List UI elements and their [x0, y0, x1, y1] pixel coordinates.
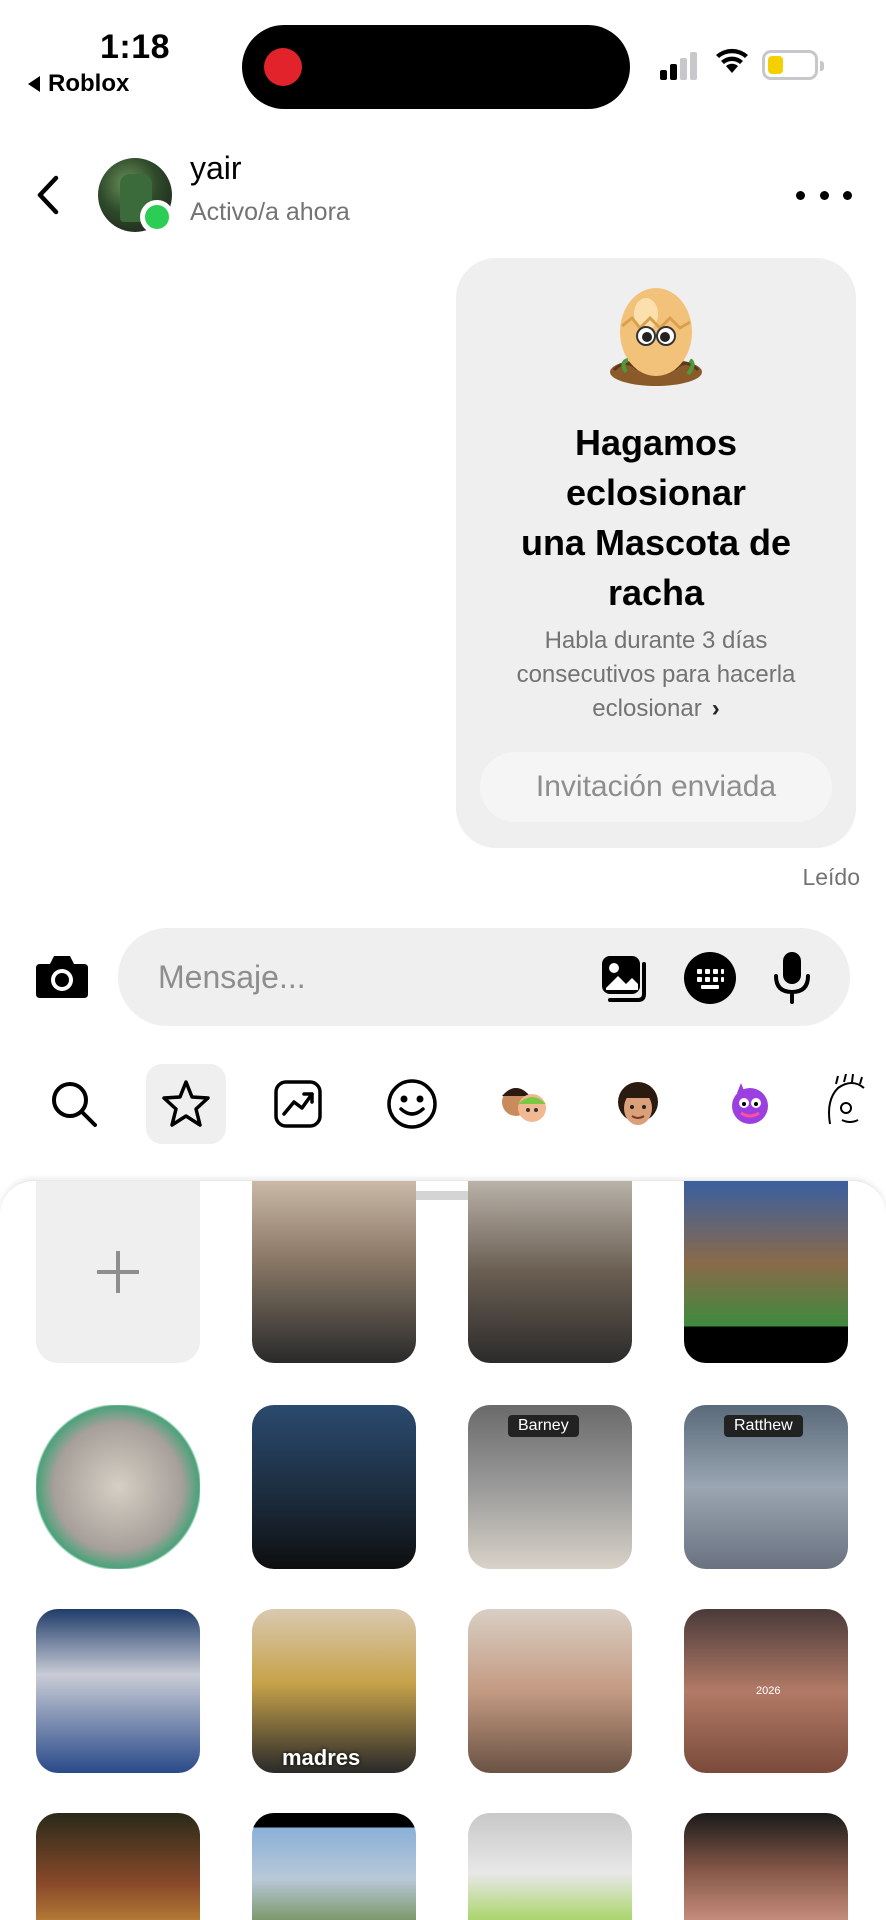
sticker-tile[interactable]: [252, 1181, 416, 1363]
sticker-caption: 2026: [756, 1685, 781, 1697]
back-app-label: Roblox: [48, 70, 130, 97]
sticker-tile[interactable]: Ratthew: [684, 1405, 848, 1569]
camera-icon[interactable]: [34, 950, 90, 1002]
tab-avatar-pair[interactable]: [484, 1064, 564, 1144]
tab-trending[interactable]: [258, 1064, 338, 1144]
sketch-face-icon: [828, 1074, 865, 1125]
microphone-icon[interactable]: [772, 950, 812, 1006]
sticker-tile[interactable]: [252, 1405, 416, 1569]
tab-sketch-face[interactable]: [822, 1064, 886, 1144]
screen-recording-icon: [264, 48, 302, 86]
emoji-icon: [387, 1079, 437, 1129]
battery-icon: [762, 50, 824, 80]
purple-monster-icon: [732, 1083, 768, 1124]
cellular-signal-icon: [660, 50, 702, 80]
chat-user-name[interactable]: yair: [190, 150, 242, 187]
dynamic-island: [242, 25, 630, 109]
streak-pet-card[interactable]: Hagamos eclosionar una Mascota de racha …: [456, 258, 856, 848]
wifi-icon: [716, 48, 748, 73]
read-receipt: Leído: [802, 864, 860, 890]
sticker-tile[interactable]: [36, 1405, 200, 1569]
add-sticker-button[interactable]: [36, 1181, 200, 1363]
sticker-tile[interactable]: [468, 1813, 632, 1920]
status-bar: 1:18 Roblox: [0, 0, 886, 120]
back-to-app-link[interactable]: Roblox: [28, 70, 129, 98]
status-time: 1:18: [100, 28, 171, 66]
chevron-left-icon[interactable]: [30, 170, 70, 220]
sticker-tile[interactable]: madres: [252, 1609, 416, 1773]
tab-search[interactable]: [34, 1064, 114, 1144]
sticker-tile[interactable]: [36, 1609, 200, 1773]
more-options-button[interactable]: [796, 180, 852, 210]
sticker-tile[interactable]: [684, 1813, 848, 1920]
sticker-tab-row: [0, 1062, 886, 1148]
sticker-tile[interactable]: [468, 1181, 632, 1363]
message-input-container[interactable]: [118, 928, 850, 1026]
search-icon: [52, 1082, 97, 1127]
invitation-sent-button[interactable]: Invitación enviada: [480, 752, 832, 822]
tab-purple-monster[interactable]: [710, 1064, 790, 1144]
sticker-tile[interactable]: [36, 1813, 200, 1920]
sticker-tile[interactable]: [252, 1813, 416, 1920]
sticker-tile[interactable]: [468, 1609, 632, 1773]
chevron-right-icon: ›: [711, 695, 720, 722]
message-composer: [0, 924, 886, 1028]
sticker-name-tag: Ratthew: [724, 1415, 803, 1437]
avatar-pair-icon: [502, 1088, 546, 1122]
gallery-icon[interactable]: [600, 954, 650, 1004]
tab-avatar-face[interactable]: [598, 1064, 678, 1144]
star-icon: [162, 1080, 210, 1127]
trending-icon: [274, 1080, 322, 1128]
sticker-tile[interactable]: Barney: [468, 1405, 632, 1569]
message-input[interactable]: [158, 954, 578, 1000]
plus-icon: [97, 1251, 139, 1293]
sticker-tile[interactable]: [684, 1181, 848, 1363]
egg-pet-icon: [610, 288, 702, 386]
sticker-caption: madres: [282, 1745, 361, 1770]
tab-emoji[interactable]: [372, 1064, 452, 1144]
chat-header: yair Activo/a ahora: [0, 140, 886, 250]
streak-card-description[interactable]: Habla durante 3 días consecutivos para h…: [476, 624, 836, 726]
sticker-sheet: Barney Ratthew madres 2026: [0, 1180, 886, 1920]
back-triangle-icon: [28, 76, 40, 92]
sticker-name-tag: Barney: [508, 1415, 579, 1437]
tab-favorites[interactable]: [146, 1064, 226, 1144]
more-horizontal-icon: [796, 190, 805, 200]
sticker-tile[interactable]: 2026: [684, 1609, 848, 1773]
streak-card-title: Hagamos eclosionar una Mascota de racha: [520, 422, 792, 613]
online-status-dot: [140, 200, 174, 234]
sticker-keyboard-icon[interactable]: [684, 952, 736, 1004]
chat-user-status: Activo/a ahora: [190, 198, 350, 226]
avatar-face-icon: [618, 1082, 658, 1125]
